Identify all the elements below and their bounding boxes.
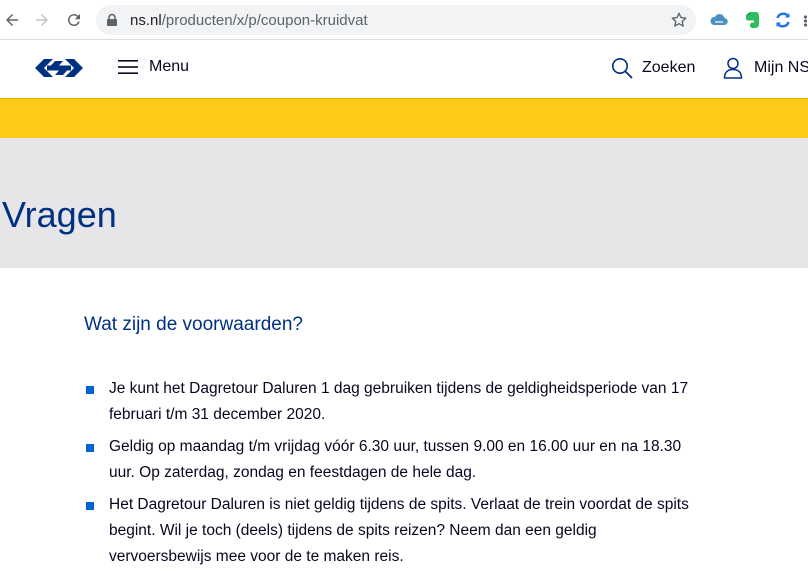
list-item: Je kunt het Dagretour Daluren 1 dag gebr… — [84, 376, 694, 428]
browser-menu-icon[interactable] — [803, 14, 808, 27]
search-label: Zoeken — [642, 59, 696, 76]
evernote-extension-icon[interactable] — [742, 10, 762, 30]
user-icon — [723, 57, 743, 79]
back-icon[interactable] — [0, 8, 24, 32]
lock-icon — [107, 13, 117, 26]
url-domain: ns.nl — [130, 12, 162, 29]
hero-section: Vragen — [0, 138, 808, 268]
bullet-icon — [86, 502, 94, 510]
search-button[interactable]: Zoeken — [611, 57, 695, 79]
yellow-banner — [0, 98, 808, 138]
url-text: ns.nl/producten/x/p/coupon-kruidvat — [130, 12, 368, 29]
menu-button[interactable]: Menu — [118, 58, 189, 76]
menu-label: Menu — [149, 58, 190, 75]
search-icon — [612, 58, 633, 79]
account-button[interactable]: Mijn NS — [723, 57, 808, 79]
list-item-text: Geldig op maandag t/m vrijdag vóór 6.30 … — [109, 438, 682, 481]
account-label: Mijn NS — [754, 59, 808, 76]
address-bar[interactable]: ns.nl/producten/x/p/coupon-kruidvat — [96, 5, 696, 35]
list-item-text: Je kunt het Dagretour Daluren 1 dag gebr… — [109, 380, 689, 423]
bullet-icon — [86, 386, 94, 394]
hamburger-icon — [118, 60, 138, 74]
list-item: Geldig op maandag t/m vrijdag vóór 6.30 … — [84, 434, 694, 486]
browser-toolbar: ns.nl/producten/x/p/coupon-kruidvat — [0, 0, 808, 40]
bullet-icon — [86, 444, 94, 452]
faq-card: Wat zijn de voorwaarden? Je kunt het Dag… — [0, 268, 808, 572]
faq-list: Je kunt het Dagretour Daluren 1 dag gebr… — [84, 376, 694, 572]
list-item: Het Dagretour Daluren is niet geldig tij… — [84, 492, 694, 570]
faq-question: Wat zijn de voorwaarden? — [84, 314, 303, 335]
forward-icon[interactable] — [30, 8, 54, 32]
site-header: Menu Zoeken Mijn NS — [0, 40, 808, 98]
ns-logo[interactable] — [33, 57, 85, 79]
sync-extension-icon[interactable] — [773, 10, 793, 30]
reload-icon[interactable] — [62, 8, 86, 32]
page-title: Vragen — [2, 194, 117, 235]
list-item-text: Het Dagretour Daluren is niet geldig tij… — [109, 496, 689, 565]
cloud-extension-icon[interactable] — [709, 10, 729, 30]
url-path: /producten/x/p/coupon-kruidvat — [161, 12, 368, 29]
bookmark-star-icon[interactable] — [670, 11, 688, 29]
